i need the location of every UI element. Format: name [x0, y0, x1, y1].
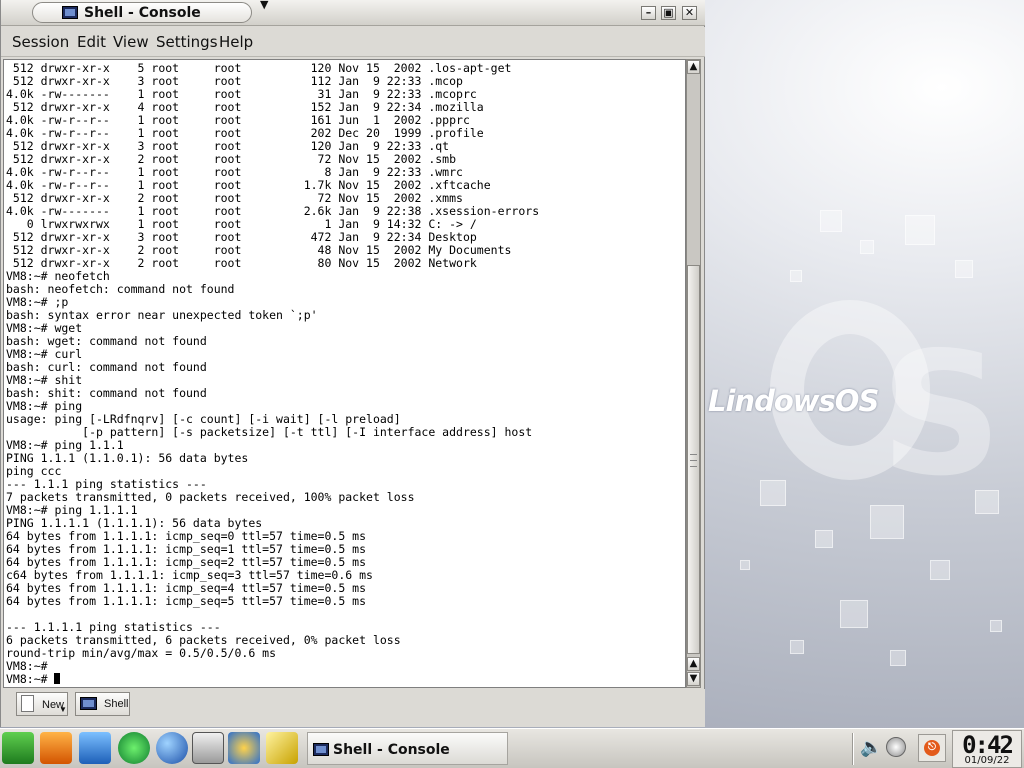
- menu-bar: Session Edit View Settings Help: [1, 27, 705, 57]
- terminal-icon: [80, 697, 97, 710]
- maximize-button[interactable]: ▣: [661, 6, 676, 20]
- taskbar-panel: Shell - Console 🔈 ⎋ 0:42 01/09/22: [0, 728, 1024, 768]
- lindows-start-icon[interactable]: [2, 732, 34, 764]
- menu-settings[interactable]: Settings: [156, 33, 218, 51]
- terminal-line: bash: curl: command not found: [6, 360, 207, 374]
- box-icon[interactable]: [79, 732, 111, 764]
- terminal-prompt: VM8:~#: [6, 672, 55, 686]
- menu-help[interactable]: Help: [219, 33, 253, 51]
- terminal-scrollbar[interactable]: ▲ ▲ ▼: [686, 59, 701, 688]
- terminal-icon[interactable]: [192, 732, 224, 764]
- terminal-line: bash: wget: command not found: [6, 334, 207, 348]
- lindowsos-logo: LindowsOS: [708, 384, 879, 418]
- taskbar-task-shell-console[interactable]: Shell - Console: [307, 732, 508, 765]
- terminal-lines: 512 drwxr-xr-x 5 root root 120 Nov 15 20…: [6, 62, 539, 686]
- window-title-pill[interactable]: Shell - Console: [32, 2, 252, 23]
- menu-view[interactable]: View: [113, 33, 149, 51]
- wallpaper-square: [815, 530, 833, 548]
- tray-separator: [852, 733, 854, 765]
- text-cursor: [54, 673, 61, 684]
- power-button[interactable]: ⎋: [918, 734, 946, 762]
- terminal-line: 64 bytes from 1.1.1.1: icmp_seq=5 ttl=57…: [6, 594, 367, 608]
- wallpaper-square: [890, 650, 906, 666]
- wallpaper-square: [930, 560, 950, 580]
- globe-icon[interactable]: [156, 732, 188, 764]
- menu-edit[interactable]: Edit: [77, 33, 106, 51]
- terminal-line: PING 1.1.1 (1.1.0.1): 56 data bytes: [6, 451, 249, 465]
- task-label: Shell - Console: [333, 742, 450, 758]
- shell-session-tab[interactable]: Shell: [75, 692, 130, 716]
- terminal-icon: [62, 6, 78, 19]
- terminal-line: bash: shit: command not found: [6, 386, 207, 400]
- runner-icon[interactable]: [118, 732, 150, 764]
- wallpaper-square: [790, 640, 804, 654]
- terminal-line: VM8:~#: [6, 659, 48, 673]
- speaker-icon[interactable]: 🔈: [860, 738, 882, 758]
- terminal-prompt-line[interactable]: VM8:~#: [6, 673, 539, 686]
- click-n-run-icon[interactable]: [228, 732, 260, 764]
- menu-session[interactable]: Session: [12, 33, 69, 51]
- grip-icon: [690, 454, 697, 467]
- minimize-button[interactable]: –: [641, 6, 656, 20]
- terminal-line: bash: neofetch: command not found: [6, 282, 235, 296]
- window-menu-arrow-icon[interactable]: ▼: [260, 0, 268, 11]
- safety-icon[interactable]: [40, 732, 72, 764]
- wallpaper-square: [760, 480, 786, 506]
- new-session-tab[interactable]: New ▼: [16, 692, 68, 716]
- clock-date: 01/09/22: [964, 755, 1010, 766]
- wallpaper-square: [840, 600, 868, 628]
- wallpaper-square: [790, 270, 802, 282]
- wallpaper-square: [905, 215, 935, 245]
- terminal-line: bash: syntax error near unexpected token…: [6, 308, 318, 322]
- scrollbar-thumb[interactable]: [687, 265, 700, 654]
- terminal-line: round-trip min/avg/max = 0.5/0.5/0.6 ms: [6, 646, 277, 660]
- scroll-up-arrow-icon[interactable]: ▲: [687, 657, 700, 671]
- console-window: Shell - Console ▼ – ▣ ✕ Session Edit Vie…: [0, 0, 705, 727]
- scroll-up-arrow-icon[interactable]: ▲: [687, 60, 700, 74]
- window-titlebar[interactable]: Shell - Console ▼ – ▣ ✕: [1, 0, 705, 26]
- terminal-icon: [313, 743, 329, 756]
- clock[interactable]: 0:42 01/09/22: [952, 730, 1022, 768]
- close-button[interactable]: ✕: [682, 6, 697, 20]
- wallpaper-big-s: S: [880, 316, 1003, 514]
- wallpaper-square: [740, 560, 750, 570]
- new-document-icon: [21, 695, 34, 712]
- wallpaper-square: [955, 260, 973, 278]
- office-icon[interactable]: [266, 732, 298, 764]
- dropdown-arrow-icon[interactable]: ▼: [59, 705, 67, 714]
- wallpaper-square: [990, 620, 1002, 632]
- scroll-down-arrow-icon[interactable]: ▼: [687, 672, 700, 686]
- power-icon: ⎋: [924, 740, 940, 756]
- window-title: Shell - Console: [84, 5, 201, 21]
- network-icon[interactable]: [886, 737, 906, 757]
- shell-tab-label: Shell: [104, 698, 129, 710]
- terminal-output[interactable]: 512 drwxr-xr-x 5 root root 120 Nov 15 20…: [3, 59, 686, 688]
- wallpaper-square: [820, 210, 842, 232]
- session-tab-bar: New ▼ Shell: [1, 689, 705, 727]
- wallpaper-square: [860, 240, 874, 254]
